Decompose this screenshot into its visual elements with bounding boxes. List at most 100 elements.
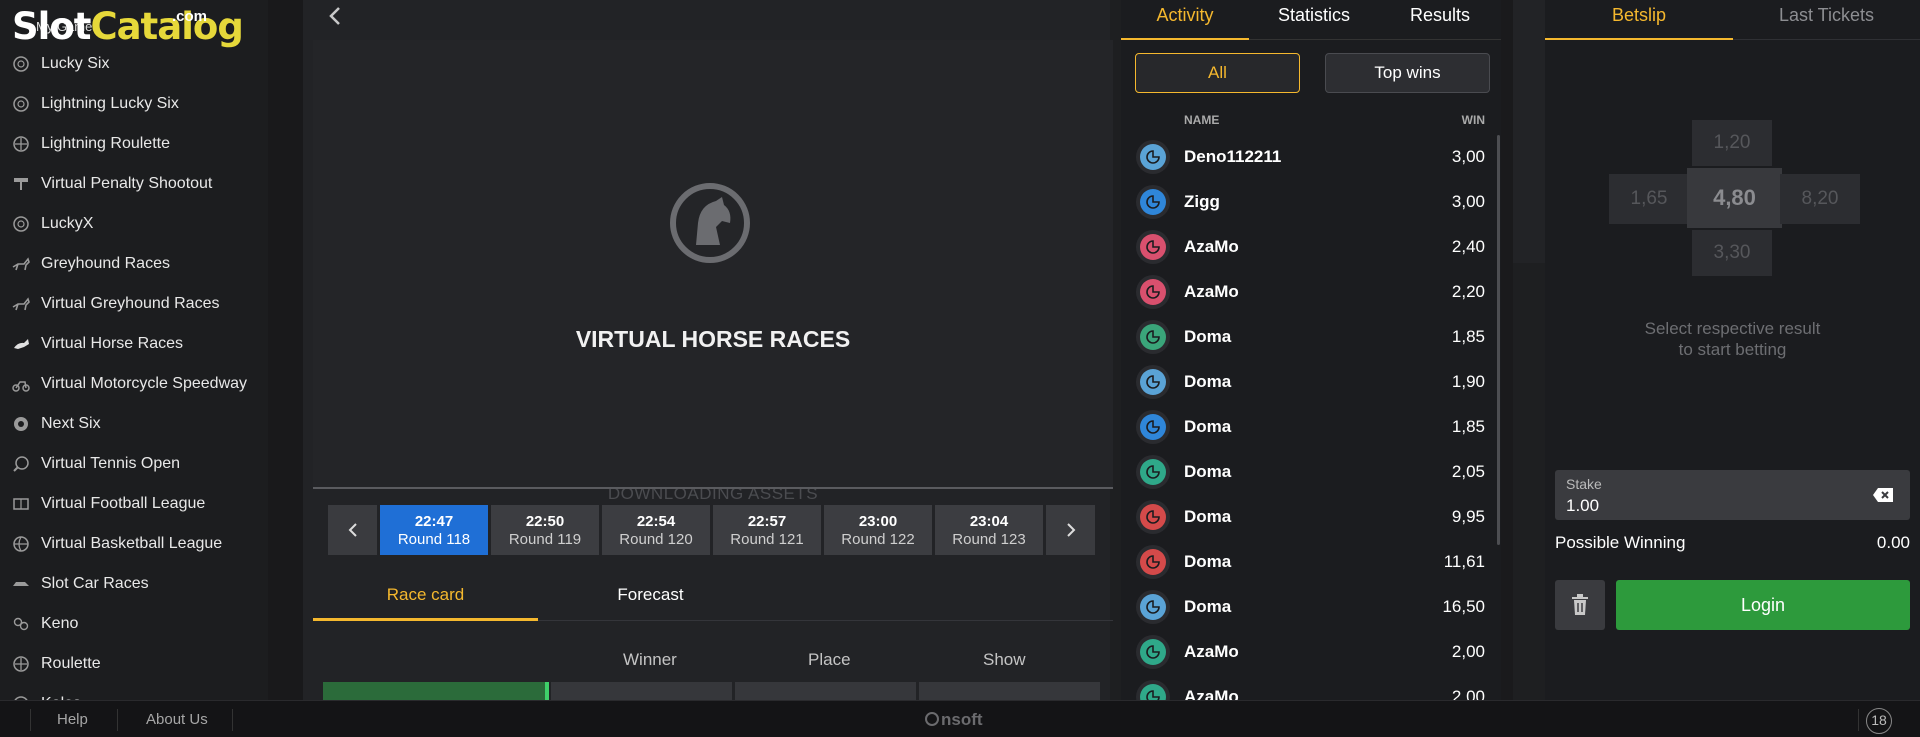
sidebar-item-lucky-six[interactable]: Lucky Six: [0, 44, 268, 84]
tab-betslip[interactable]: Betslip: [1545, 0, 1733, 40]
activity-row: AzaMo 2,20: [1121, 270, 1501, 315]
odd-bottom[interactable]: 3,30: [1692, 230, 1772, 276]
logo-text-com: .com: [172, 8, 208, 25]
activity-row: Zigg 3,00: [1121, 180, 1501, 225]
sidebar-item-virtual-horse-races[interactable]: Virtual Horse Races: [0, 324, 268, 364]
user-avatar-icon: [1136, 230, 1170, 264]
winner-odd-cell[interactable]: [551, 682, 732, 702]
trash-icon: [1572, 594, 1588, 615]
player-win: 2,20: [1451, 282, 1485, 301]
tennis-icon: [12, 455, 30, 473]
round-round-123[interactable]: 23:04 Round 123: [935, 505, 1043, 555]
games-sidebar: My Games SlotCatalog .com Lucky Six Light…: [0, 0, 268, 700]
activity-row: Deno112211 3,00: [1121, 135, 1501, 180]
round-number: Round 122: [841, 531, 915, 548]
clear-betslip-button[interactable]: [1555, 580, 1605, 630]
player-win: 16,50: [1442, 597, 1485, 616]
football-icon: [12, 495, 30, 513]
sidebar-item-keno[interactable]: Keno: [0, 604, 268, 644]
sidebar-item-label: Next Six: [41, 415, 101, 432]
player-win: 2,40: [1451, 237, 1485, 256]
round-time: 22:47: [414, 513, 454, 530]
possible-winning-label: Possible Winning: [1555, 533, 1686, 552]
tab-activity[interactable]: Activity: [1121, 0, 1249, 40]
tab-race-card[interactable]: Race card: [313, 575, 538, 621]
sidebar-item-luckyx[interactable]: LuckyX: [0, 204, 268, 244]
round-round-120[interactable]: 22:54 Round 120: [602, 505, 710, 555]
user-avatar-icon: [1136, 635, 1170, 669]
round-round-121[interactable]: 22:57 Round 121: [713, 505, 821, 555]
circle-icon: [12, 95, 30, 113]
activity-row: Doma 1,85: [1121, 405, 1501, 450]
round-number: Round 119: [508, 531, 582, 548]
player-win: 9,95: [1451, 507, 1485, 526]
horse-emblem-icon: [670, 183, 750, 263]
login-button[interactable]: Login: [1616, 580, 1910, 630]
player-name: Doma: [1184, 372, 1232, 391]
round-number: Round 123: [952, 531, 1026, 548]
activity-scrollbar[interactable]: [1497, 135, 1500, 545]
sidebar-item-roulette[interactable]: Roulette: [0, 644, 268, 684]
race-card-runner-cell[interactable]: [323, 682, 547, 702]
round-number: Round 120: [619, 531, 693, 548]
place-odd-cell[interactable]: [735, 682, 916, 702]
user-avatar-icon: [1136, 140, 1170, 174]
column-winner: Winner: [623, 650, 677, 669]
sidebar-item-label: Keno: [41, 615, 79, 632]
tab-forecast[interactable]: Forecast: [538, 575, 763, 621]
round-time: 22:57: [747, 513, 787, 530]
sidebar-item-virtual-football-league[interactable]: Virtual Football League: [0, 484, 268, 524]
sidebar-item-kolos[interactable]: Kolos: [0, 684, 268, 700]
rounds-next-button[interactable]: [1046, 505, 1095, 555]
sidebar-item-virtual-greyhound-races[interactable]: Virtual Greyhound Races: [0, 284, 268, 324]
sidebar-item-lightning-lucky-six[interactable]: Lightning Lucky Six: [0, 84, 268, 124]
filter-all-button[interactable]: All: [1135, 53, 1300, 93]
tab-results[interactable]: Results: [1379, 0, 1501, 40]
round-round-118[interactable]: 22:47 Round 118: [380, 505, 488, 555]
round-round-119[interactable]: 22:50 Round 119: [491, 505, 599, 555]
player-name: Doma: [1184, 552, 1232, 571]
user-avatar-icon: [1136, 590, 1170, 624]
backspace-icon[interactable]: [1872, 487, 1894, 503]
sidebar-item-virtual-motorcycle-speedway[interactable]: Virtual Motorcycle Speedway: [0, 364, 268, 404]
odd-top[interactable]: 1,20: [1692, 120, 1772, 166]
circle-icon: [12, 215, 30, 233]
betslip-panel: Betslip Last Tickets 1,20 1,65 4,80 8,20…: [1545, 0, 1920, 700]
tab-last-tickets[interactable]: Last Tickets: [1733, 0, 1920, 40]
sidebar-item-lightning-roulette[interactable]: Lightning Roulette: [0, 124, 268, 164]
user-avatar-icon: [1136, 185, 1170, 219]
goal-icon: [12, 175, 30, 193]
odd-center[interactable]: 4,80: [1687, 168, 1782, 228]
player-win: 11,61: [1443, 552, 1485, 571]
sidebar-item-slot-car-races[interactable]: Slot Car Races: [0, 564, 268, 604]
sidebar-item-next-six[interactable]: Next Six: [0, 404, 268, 444]
sidebar-item-label: Slot Car Races: [41, 575, 149, 592]
sidebar-item-label: Virtual Tennis Open: [41, 455, 181, 472]
activity-row: AzaMo 2,40: [1121, 225, 1501, 270]
race-tabs: Race card Forecast: [313, 575, 1113, 621]
back-button[interactable]: [321, 2, 349, 30]
help-link[interactable]: Help: [57, 701, 88, 737]
footer-separator: [30, 709, 31, 731]
sidebar-item-virtual-penalty-shootout[interactable]: Virtual Penalty Shootout: [0, 164, 268, 204]
sidebar-item-greyhound-races[interactable]: Greyhound Races: [0, 244, 268, 284]
show-odd-cell[interactable]: [919, 682, 1100, 702]
odd-left[interactable]: 1,65: [1609, 174, 1689, 224]
stake-input[interactable]: Stake 1.00: [1555, 470, 1910, 520]
stake-value[interactable]: 1.00: [1566, 496, 1599, 516]
sidebar-item-virtual-tennis-open[interactable]: Virtual Tennis Open: [0, 444, 268, 484]
sidebar-item-label: Roulette: [41, 655, 101, 672]
sidebar-item-virtual-basketball-league[interactable]: Virtual Basketball League: [0, 524, 268, 564]
about-us-link[interactable]: About Us: [146, 701, 208, 737]
activity-row: Doma 1,90: [1121, 360, 1501, 405]
hint-line-1: Select respective result: [1644, 319, 1821, 338]
tab-statistics[interactable]: Statistics: [1249, 0, 1379, 40]
logo-text-catalog: Catalog: [90, 5, 243, 48]
panel-divider: [1501, 0, 1513, 700]
odd-right[interactable]: 8,20: [1780, 174, 1860, 224]
rounds-prev-button[interactable]: [328, 505, 377, 555]
activity-tabs: Activity Statistics Results: [1121, 0, 1501, 40]
filter-top-wins-button[interactable]: Top wins: [1325, 53, 1490, 93]
player-name: Deno112211: [1184, 147, 1282, 166]
round-round-122[interactable]: 23:00 Round 122: [824, 505, 932, 555]
